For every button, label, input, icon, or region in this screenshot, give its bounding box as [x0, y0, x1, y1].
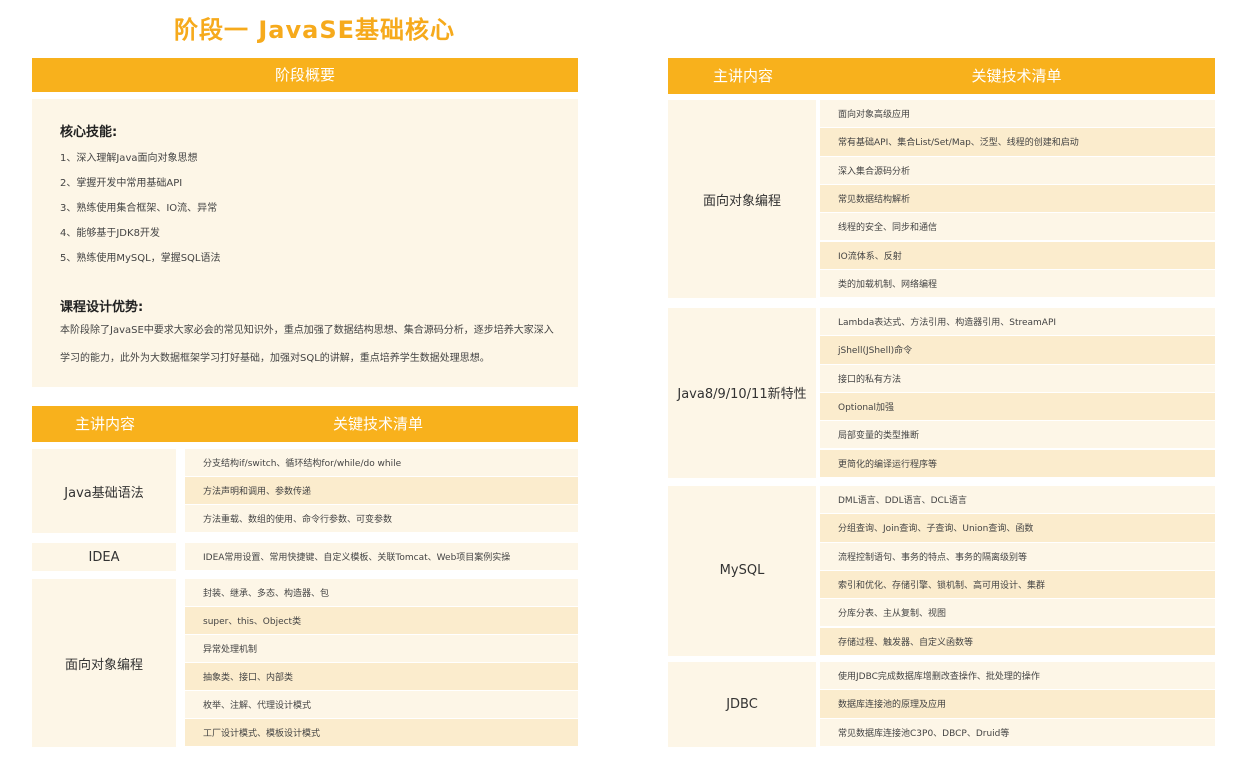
tech-item: Lambda表达式、方法引用、构造器引用、StreamAPI	[820, 308, 1215, 336]
topic-group: JDBC 使用JDBC完成数据库增删改查操作、批处理的操作 数据库连接池的原理及应用…	[668, 662, 1215, 747]
topic-group: Java基础语法 分支结构if/switch、循环结构for/while/do w…	[32, 449, 578, 533]
topic-label: 面向对象编程	[32, 579, 176, 747]
skill-item: 2、掌握开发中常用基础API	[60, 178, 183, 189]
topic-group: 面向对象编程 面向对象高级应用 常有基础API、集合List/Set/Map、泛型、…	[668, 100, 1215, 299]
skill-item: 1、深入理解Java面向对象思想	[60, 153, 198, 164]
tech-item: 数据库连接池的原理及应用	[820, 690, 1215, 718]
topic-label: 面向对象编程	[668, 100, 816, 299]
topic-group: 面向对象编程 封装、继承、多态、构造器、包 super、this、Object类 异常…	[32, 579, 578, 747]
page-title: 阶段一 JavaSE基础核心	[174, 16, 455, 44]
right-col-topic-header: 主讲内容	[668, 58, 818, 94]
tech-item: 面向对象高级应用	[820, 100, 1215, 128]
tech-item: IO流体系、反射	[820, 241, 1215, 269]
topic-group: MySQL DML语言、DDL语言、DCL语言 分组查询、Join查询、子查询、Un…	[668, 486, 1215, 656]
tech-item: 更简化的编译运行程序等	[820, 449, 1215, 477]
topic-label: IDEA	[32, 543, 176, 571]
right-course-table: 主讲内容 关键技术清单 面向对象编程 面向对象高级应用 常有基础API、集合List…	[668, 58, 1215, 748]
tech-item: 分支结构if/switch、循环结构for/while/do while	[185, 449, 578, 476]
tech-item: 工厂设计模式、模板设计模式	[185, 719, 578, 746]
topic-label: Java8/9/10/11新特性	[668, 308, 816, 478]
tech-item: 使用JDBC完成数据库增删改查操作、批处理的操作	[820, 662, 1215, 690]
overview-header: 阶段概要	[32, 58, 578, 92]
tech-list: 封装、继承、多态、构造器、包 super、this、Object类 异常处理机制 抽象…	[185, 579, 578, 747]
tech-item: jShell(JShell)命令	[820, 336, 1215, 364]
topic-label: Java基础语法	[32, 449, 176, 533]
tech-item: 类的加载机制、网络编程	[820, 269, 1215, 298]
tech-item: 索引和优化、存储引擎、锁机制、高可用设计、集群	[820, 570, 1215, 599]
tech-item: 方法重载、数组的使用、命令行参数、可变参数	[185, 505, 578, 532]
tech-list: Lambda表达式、方法引用、构造器引用、StreamAPI jShell(JSh…	[820, 308, 1215, 478]
tech-item: 局部变量的类型推断	[820, 421, 1215, 449]
tech-item: 常有基础API、集合List/Set/Map、泛型、线程的创建和启动	[820, 128, 1215, 156]
tech-item: 枚举、注解、代理设计模式	[185, 691, 578, 718]
advantage-heading: 课程设计优势:	[60, 300, 144, 315]
skill-item: 4、能够基于JDK8开发	[60, 228, 160, 239]
left-col-tech-header: 关键技术清单	[178, 406, 578, 442]
tech-item: 分库分表、主从复制、视图	[820, 599, 1215, 627]
tech-item: IDEA常用设置、常用快捷键、自定义模板、关联Tomcat、Web项目案例实操	[185, 543, 578, 570]
tech-item: DML语言、DDL语言、DCL语言	[820, 486, 1215, 514]
tech-item: 方法声明和调用、参数传递	[185, 477, 578, 504]
topic-group: Java8/9/10/11新特性 Lambda表达式、方法引用、构造器引用、Str…	[668, 308, 1215, 478]
tech-list: 分支结构if/switch、循环结构for/while/do while 方法声明…	[185, 449, 578, 533]
skills-heading: 核心技能:	[60, 125, 118, 140]
tech-item: 分组查询、Join查询、子查询、Union查询、函数	[820, 514, 1215, 542]
right-col-tech-header: 关键技术清单	[818, 58, 1215, 94]
topic-group: IDEA IDEA常用设置、常用快捷键、自定义模板、关联Tomcat、Web项目案…	[32, 543, 578, 571]
tech-item: 抽象类、接口、内部类	[185, 663, 578, 690]
topic-label: MySQL	[668, 486, 816, 656]
tech-item: 封装、继承、多态、构造器、包	[185, 579, 578, 606]
tech-item: 常见数据库连接池C3P0、DBCP、Druid等	[820, 718, 1215, 746]
tech-item: Optional加强	[820, 392, 1215, 421]
tech-item: 异常处理机制	[185, 635, 578, 662]
skill-item: 3、熟练使用集合框架、IO流、异常	[60, 203, 218, 214]
tech-item: 接口的私有方法	[820, 364, 1215, 392]
skill-item: 5、熟练使用MySQL，掌握SQL语法	[60, 253, 221, 264]
tech-item: 线程的安全、同步和通信	[820, 213, 1215, 241]
advantage-text: 本阶段除了JavaSE中要求大家必会的常见知识外，重点加强了数据结构思想、集合源…	[60, 325, 554, 364]
overview-panel: 核心技能: 1、深入理解Java面向对象思想 2、掌握开发中常用基础API 3、…	[32, 99, 578, 387]
tech-list: DML语言、DDL语言、DCL语言 分组查询、Join查询、子查询、Union查询…	[820, 486, 1215, 656]
tech-list: IDEA常用设置、常用快捷键、自定义模板、关联Tomcat、Web项目案例实操	[185, 543, 578, 571]
left-course-table: 主讲内容 关键技术清单 Java基础语法 分支结构if/switch、循环结构fo…	[32, 406, 578, 747]
left-col-topic-header: 主讲内容	[32, 406, 178, 442]
tech-item: 流程控制语句、事务的特点、事务的隔离级别等	[820, 542, 1215, 570]
tech-item: 存储过程、触发器、自定义函数等	[820, 627, 1215, 655]
topic-label: JDBC	[668, 662, 816, 747]
tech-item: 深入集合源码分析	[820, 156, 1215, 184]
tech-list: 使用JDBC完成数据库增删改查操作、批处理的操作 数据库连接池的原理及应用 常见数据…	[820, 662, 1215, 747]
tech-item: 常见数据结构解析	[820, 184, 1215, 213]
tech-item: super、this、Object类	[185, 607, 578, 634]
tech-list: 面向对象高级应用 常有基础API、集合List/Set/Map、泛型、线程的创建和…	[820, 100, 1215, 298]
